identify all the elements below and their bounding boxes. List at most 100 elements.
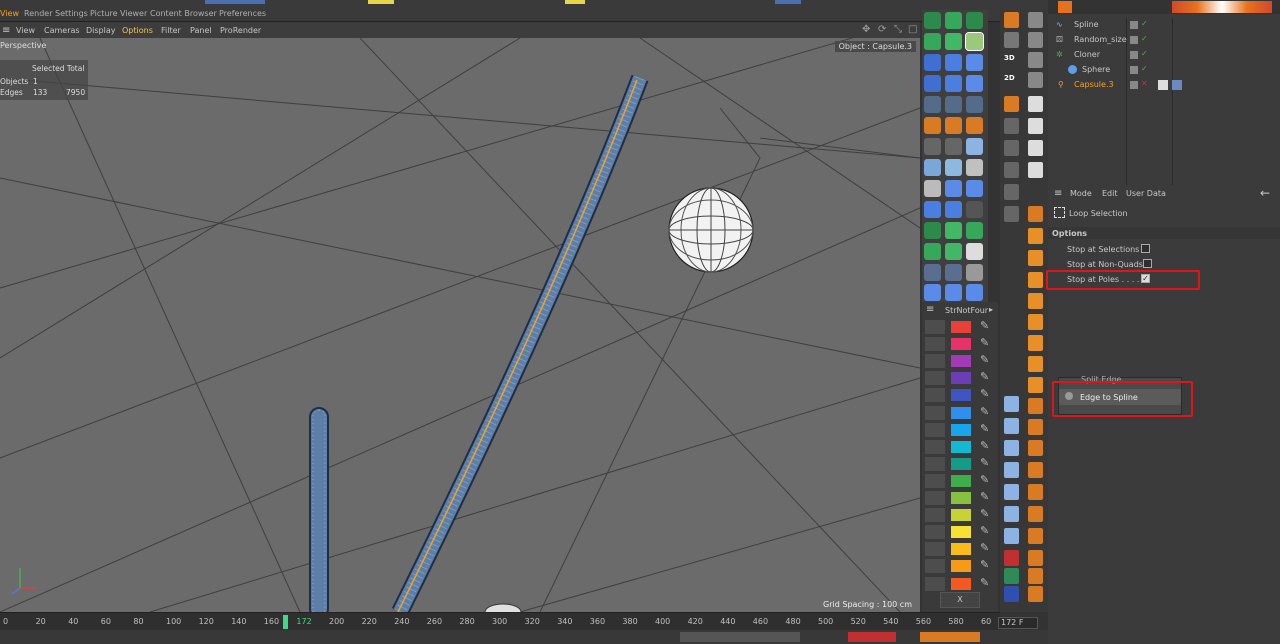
capsule-prim-icon[interactable] — [1004, 396, 1019, 412]
center-icon[interactable] — [1028, 568, 1043, 584]
stage-icon[interactable] — [945, 138, 962, 155]
tag-selection-icon[interactable] — [1172, 80, 1182, 90]
scale-icon[interactable] — [1028, 32, 1043, 48]
hamburger-icon[interactable]: ≡ — [1054, 188, 1062, 199]
f-key-icon[interactable] — [1028, 314, 1043, 330]
polygons-icon[interactable] — [1004, 184, 1019, 200]
menu-picture-viewer[interactable]: Picture Viewer — [90, 9, 147, 18]
color-swatch[interactable] — [951, 509, 971, 522]
eyedropper-icon[interactable]: ✎ — [980, 422, 989, 435]
eyedropper-icon[interactable]: ✎ — [980, 507, 989, 520]
swatch-toggle[interactable] — [925, 559, 945, 574]
cross-icon[interactable]: ✕ — [1141, 79, 1148, 88]
back-arrow-icon[interactable]: ← — [1260, 186, 1270, 200]
swatch-toggle[interactable] — [925, 473, 945, 488]
check-icon[interactable]: ✓ — [1141, 49, 1148, 58]
rotate-icon[interactable] — [1028, 52, 1043, 68]
swatch-row[interactable]: ✎ — [925, 507, 993, 523]
uv-icon[interactable] — [1004, 206, 1019, 222]
swatch-row[interactable]: ✎ — [925, 473, 993, 488]
arrange-icon[interactable] — [1028, 528, 1043, 544]
swatch-row[interactable]: ✎ — [925, 405, 993, 420]
3d-mode-icon[interactable]: 3D — [1004, 54, 1015, 62]
eyedropper-icon[interactable]: ✎ — [980, 456, 989, 469]
color-swatch[interactable] — [951, 406, 971, 419]
zero-scale-icon[interactable] — [1004, 586, 1019, 602]
swatch-toggle[interactable] — [925, 405, 945, 420]
b-key-icon[interactable] — [1028, 335, 1043, 351]
eyedropper-icon[interactable]: ✎ — [980, 439, 989, 452]
edges-icon[interactable] — [1004, 162, 1019, 178]
measure-icon[interactable] — [1028, 506, 1043, 522]
cloud-icon[interactable] — [966, 264, 983, 281]
vp-menu-view[interactable]: View — [16, 26, 35, 35]
emitter-icon[interactable] — [966, 284, 983, 301]
cube-gen-icon[interactable] — [924, 12, 941, 29]
metaball-icon[interactable] — [966, 75, 983, 92]
2d-mode-icon[interactable]: 2D — [1004, 74, 1015, 82]
fracture-icon[interactable] — [966, 222, 983, 239]
swatch-row[interactable]: ✎ — [925, 353, 993, 369]
area-light-icon[interactable] — [966, 180, 983, 197]
swatch-toggle[interactable] — [925, 388, 945, 403]
symmetry-icon[interactable] — [924, 75, 941, 92]
layer-toggle[interactable] — [1130, 81, 1138, 89]
layer-toggle[interactable] — [1130, 36, 1138, 44]
eyedropper-icon[interactable]: ✎ — [980, 353, 989, 366]
chevron-right-icon[interactable]: ▸ — [989, 305, 993, 314]
swatch-toggle[interactable] — [925, 439, 945, 454]
attr-tab-edit[interactable]: Edit — [1102, 189, 1118, 198]
swatch-toggle[interactable] — [925, 371, 945, 386]
eyedropper-icon[interactable]: ✎ — [980, 387, 989, 400]
sphere-prim-icon[interactable] — [1004, 528, 1019, 544]
swatch-toggle[interactable] — [925, 456, 945, 471]
swatch-row[interactable]: ✎ — [925, 558, 993, 574]
layer-toggle[interactable] — [1130, 51, 1138, 59]
vp-menu-panel[interactable]: Panel — [190, 26, 212, 35]
zero-rot-icon[interactable] — [1004, 550, 1019, 566]
tag-phong-icon[interactable] — [1158, 80, 1168, 90]
chevron-up-icon[interactable] — [1028, 356, 1043, 372]
corner-icon[interactable] — [1028, 419, 1043, 435]
capsule-object[interactable] — [391, 74, 649, 612]
film-icon[interactable] — [924, 264, 941, 281]
chevron-down-icon[interactable] — [1028, 377, 1043, 393]
rotate-view-icon[interactable]: ⟳ — [878, 24, 886, 35]
object-row-selected[interactable]: ⚲ Capsule.3 ✕ — [1048, 78, 1280, 92]
vp-menu-options[interactable]: Options — [122, 26, 153, 35]
cylinder-prim-icon[interactable] — [1004, 462, 1019, 478]
swatch-row[interactable]: ✎ — [925, 422, 993, 437]
object-row[interactable]: ⚄ Random_size ✓ — [1048, 33, 1280, 47]
eyedropper-icon[interactable]: ✎ — [980, 405, 989, 418]
swatch-toggle[interactable] — [925, 508, 945, 523]
undo-icon[interactable] — [1004, 12, 1019, 28]
eyedropper-icon[interactable]: ✎ — [980, 558, 989, 571]
vp-menu-display[interactable]: Display — [86, 26, 116, 35]
playhead[interactable] — [283, 615, 288, 629]
vp-menu-cameras[interactable]: Cameras — [44, 26, 80, 35]
tag-icons[interactable] — [1172, 1, 1272, 13]
lathe-icon[interactable] — [966, 12, 983, 29]
swatch-row[interactable]: ✎ — [925, 541, 993, 557]
coords-icon[interactable] — [1028, 72, 1043, 88]
record-buttons[interactable] — [848, 632, 896, 642]
color-swatch[interactable] — [951, 338, 971, 351]
bezier-icon[interactable] — [965, 32, 984, 51]
color-swatch[interactable] — [951, 389, 971, 402]
menu-preferences[interactable]: Preferences — [219, 9, 266, 18]
effector-icon[interactable] — [924, 243, 941, 260]
light-icon[interactable] — [924, 180, 941, 197]
sweep-icon[interactable] — [945, 33, 962, 50]
eyedropper-icon[interactable]: ✎ — [980, 336, 989, 349]
bend-icon[interactable] — [945, 117, 962, 134]
capsule-small[interactable] — [309, 407, 329, 612]
swatch-toggle[interactable] — [925, 576, 945, 591]
stop-at-selections-checkbox[interactable] — [1141, 244, 1150, 253]
object-row[interactable]: ✲ Cloner ✓ — [1048, 48, 1280, 62]
zoom-view-icon[interactable]: ⤡ — [894, 24, 902, 35]
particles-icon[interactable] — [945, 284, 962, 301]
extrude-icon[interactable] — [945, 12, 962, 29]
zero-pos-icon[interactable] — [1004, 568, 1019, 584]
boole-icon[interactable] — [924, 54, 941, 71]
eyedropper-icon[interactable]: ✎ — [980, 524, 989, 537]
